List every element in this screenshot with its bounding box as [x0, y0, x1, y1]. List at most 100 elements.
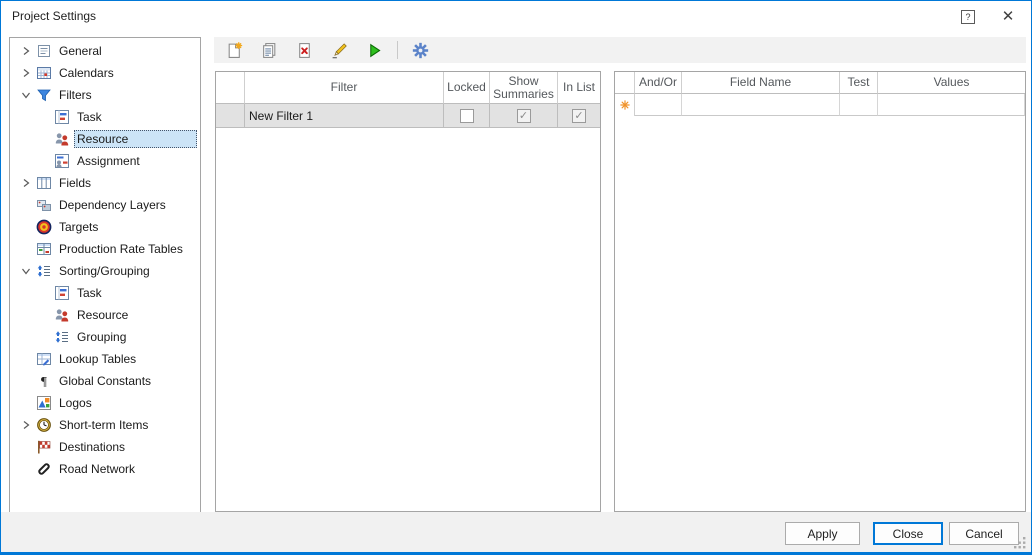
sidebar-item-label: Resource — [77, 308, 128, 322]
chevron-placeholder — [18, 439, 34, 455]
sidebar-item-general[interactable]: General — [10, 40, 200, 62]
column-header-field-name[interactable]: Field Name — [682, 72, 840, 94]
sidebar-item-task[interactable]: Task — [10, 106, 200, 128]
road-network-icon — [36, 461, 52, 477]
filter-row[interactable]: New Filter 1 ✓ ✓ — [216, 104, 600, 128]
sidebar-item-resource[interactable]: Resource — [10, 128, 200, 150]
chevron-placeholder — [36, 285, 52, 301]
show-summaries-checkbox[interactable]: ✓ — [517, 109, 531, 123]
sidebar-item-sorting-grouping[interactable]: Sorting/Grouping — [10, 260, 200, 282]
sidebar-item-dependency-layers[interactable]: Dependency Layers — [10, 194, 200, 216]
window-title: Project Settings — [12, 9, 96, 23]
sidebar-item-label: Global Constants — [59, 374, 151, 388]
sidebar-item-label: Grouping — [77, 330, 126, 344]
chevron-right-icon[interactable] — [18, 175, 34, 191]
sidebar-item-fields[interactable]: Fields — [10, 172, 200, 194]
sidebar-item-targets[interactable]: Targets — [10, 216, 200, 238]
chevron-placeholder — [18, 219, 34, 235]
sidebar-item-label: Filters — [59, 88, 92, 102]
filters-icon — [36, 87, 52, 103]
copy-filter-button[interactable] — [256, 39, 282, 61]
close-icon: ✕ — [1002, 7, 1015, 25]
filters-toolbar — [214, 37, 1026, 63]
column-header-values[interactable]: Values — [878, 72, 1025, 94]
sidebar-item-calendars[interactable]: Calendars — [10, 62, 200, 84]
close-button[interactable]: Close — [873, 522, 943, 545]
sidebar-item-resource[interactable]: Resource — [10, 304, 200, 326]
column-header-test[interactable]: Test — [840, 72, 878, 94]
test-cell[interactable] — [840, 94, 878, 116]
run-filter-button[interactable] — [361, 39, 387, 61]
values-cell[interactable] — [878, 94, 1025, 116]
chevron-down-icon[interactable] — [18, 87, 34, 103]
sidebar-item-label: General — [59, 44, 102, 58]
cancel-button[interactable]: Cancel — [949, 522, 1019, 545]
sidebar-item-task[interactable]: Task — [10, 282, 200, 304]
sidebar-item-label: Logos — [59, 396, 92, 410]
sidebar-item-grouping[interactable]: Grouping — [10, 326, 200, 348]
copy-icon — [261, 42, 278, 59]
sidebar-item-global-constants[interactable]: ¶ Global Constants — [10, 370, 200, 392]
and-or-cell[interactable] — [635, 94, 682, 116]
filters-grid-header: Filter Locked Show Summaries In List — [216, 72, 600, 104]
sidebar-item-short-term-items[interactable]: Short-term Items — [10, 414, 200, 436]
filter-settings-button[interactable] — [407, 39, 433, 61]
production-rate-tables-icon — [36, 241, 52, 257]
new-row-asterisk-icon — [619, 99, 631, 111]
in-list-checkbox[interactable]: ✓ — [572, 109, 586, 123]
row-indicator-column-header — [216, 72, 245, 104]
field-name-cell[interactable] — [682, 94, 840, 116]
column-header-in-list[interactable]: In List — [558, 72, 600, 104]
chevron-placeholder — [36, 131, 52, 147]
column-header-filter[interactable]: Filter — [245, 72, 444, 104]
sidebar-item-label: Targets — [59, 220, 98, 234]
chevron-placeholder — [36, 109, 52, 125]
resource-icon — [54, 307, 70, 323]
sidebar-item-production-rate-tables[interactable]: Production Rate Tables — [10, 238, 200, 260]
sidebar-item-logos[interactable]: Logos — [10, 392, 200, 414]
locked-checkbox[interactable] — [460, 109, 474, 123]
new-filter-button[interactable] — [221, 39, 247, 61]
gear-icon — [412, 42, 429, 59]
new-criteria-row[interactable] — [615, 94, 1025, 116]
filter-name-cell[interactable]: New Filter 1 — [245, 104, 444, 128]
edit-filter-button[interactable] — [326, 39, 352, 61]
chevron-placeholder — [18, 351, 34, 367]
filters-grid: Filter Locked Show Summaries In List New… — [215, 71, 601, 512]
window-close-button[interactable]: ✕ — [997, 6, 1019, 26]
column-header-locked[interactable]: Locked — [444, 72, 490, 104]
in-list-cell: ✓ — [558, 104, 600, 128]
global-constants-icon: ¶ — [36, 373, 52, 389]
title-bar[interactable]: Project Settings ? ✕ — [1, 1, 1031, 31]
settings-tree: General Calendars Filters Task Resource Assig… — [9, 37, 201, 513]
chevron-right-icon[interactable] — [18, 417, 34, 433]
apply-button[interactable]: Apply — [785, 522, 860, 545]
sidebar-item-lookup-tables[interactable]: Lookup Tables — [10, 348, 200, 370]
chevron-down-icon[interactable] — [18, 263, 34, 279]
sidebar-item-label: Lookup Tables — [59, 352, 136, 366]
sidebar-item-destinations[interactable]: Destinations — [10, 436, 200, 458]
sidebar-item-label: Task — [77, 286, 102, 300]
dependency-layers-icon — [36, 197, 52, 213]
column-header-show-summaries[interactable]: Show Summaries — [490, 72, 558, 104]
resize-grip[interactable] — [1013, 536, 1027, 550]
lookup-tables-icon — [36, 351, 52, 367]
sidebar-item-filters[interactable]: Filters — [10, 84, 200, 106]
sorting-grouping-icon — [36, 263, 52, 279]
chevron-right-icon[interactable] — [18, 43, 34, 59]
sidebar-item-assignment[interactable]: Assignment — [10, 150, 200, 172]
sidebar-item-road-network[interactable]: Road Network — [10, 458, 200, 480]
column-header-and-or[interactable]: And/Or — [635, 72, 682, 94]
help-icon: ? — [965, 12, 970, 22]
sorting-grouping-icon — [54, 329, 70, 345]
sidebar-item-label: Short-term Items — [59, 418, 148, 432]
sidebar-item-label: Resource — [77, 132, 128, 146]
delete-filter-button[interactable] — [291, 39, 317, 61]
sidebar-item-label: Assignment — [77, 154, 140, 168]
new-row-indicator-cell — [615, 94, 635, 116]
help-button[interactable]: ? — [961, 10, 975, 24]
chevron-right-icon[interactable] — [18, 65, 34, 81]
sidebar-item-label: Task — [77, 110, 102, 124]
row-indicator-column-header — [615, 72, 635, 94]
chevron-placeholder — [36, 329, 52, 345]
